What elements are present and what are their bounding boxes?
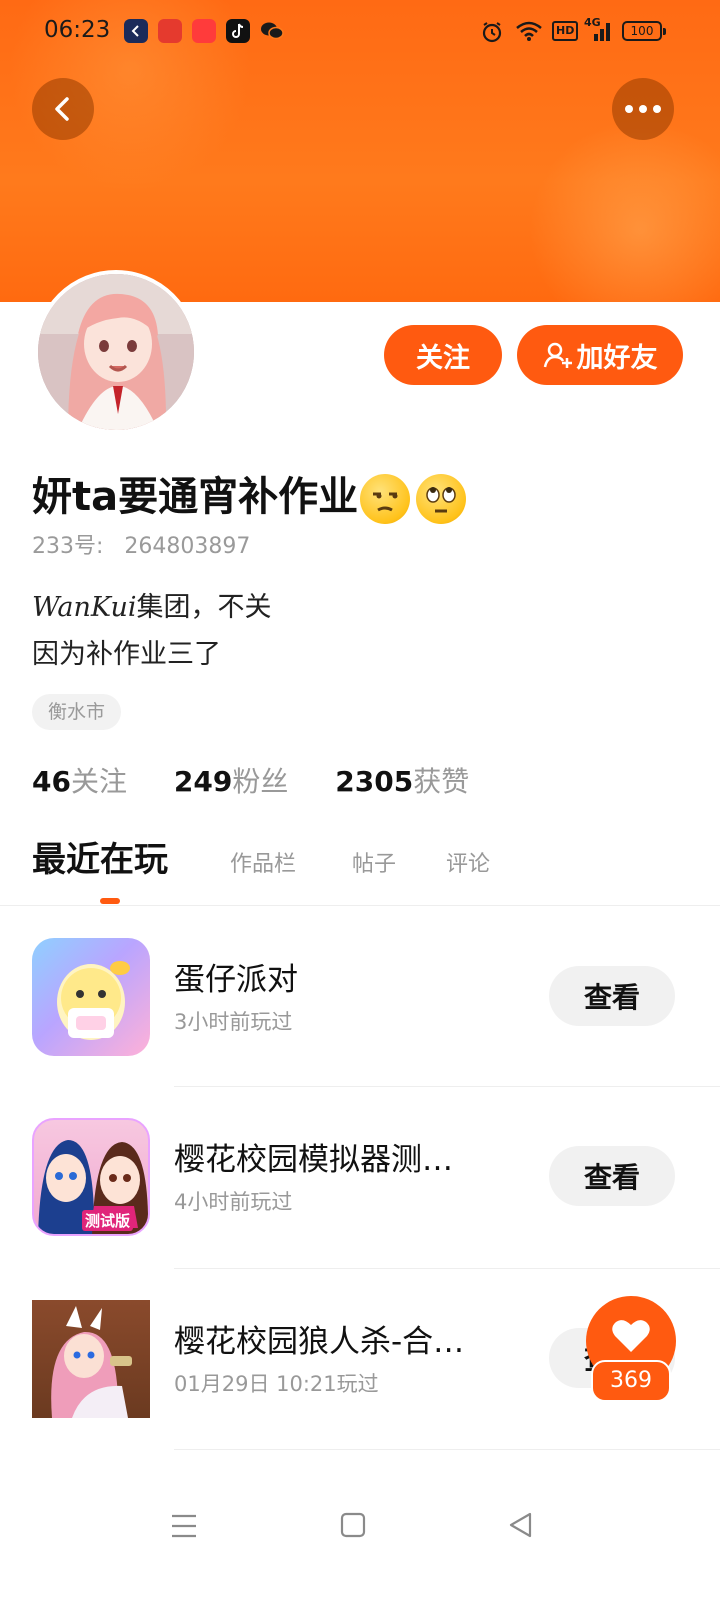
tab-posts[interactable]: 帖子 [352, 846, 396, 878]
list-divider [174, 1268, 720, 1269]
app-notification-icon [124, 19, 148, 43]
chevron-left-icon [55, 97, 69, 121]
game-title: 樱花校园狼人杀-合… [174, 1324, 465, 1360]
status-time: 06:23 [44, 17, 111, 43]
list-item[interactable]: 测试版 樱花校园模拟器测… 4小时前玩过 查看 [0, 1118, 720, 1298]
hd-indicator: HD [552, 21, 579, 41]
follow-button[interactable]: 关注 [384, 325, 502, 385]
following-count[interactable]: 46关注 [32, 765, 165, 798]
game-last-played: 3小时前玩过 [174, 1010, 293, 1034]
bio-script-text: WanKui [32, 592, 137, 623]
view-game-button[interactable]: 查看 [549, 1146, 675, 1206]
bio-line1-text: 集团，不关 [136, 592, 272, 623]
view-game-button[interactable]: 查看 [549, 966, 675, 1026]
unamused-face-icon [360, 474, 411, 524]
list-item[interactable]: 蛋仔派对 3小时前玩过 查看 [0, 938, 720, 1118]
back-triangle-icon[interactable] [508, 1512, 534, 1542]
shop-app-icon [158, 19, 182, 43]
profile-tabs: 最近在玩 作品栏 帖子 评论 [32, 836, 692, 904]
test-version-badge: 测试版 [82, 1210, 134, 1231]
more-dots-icon [625, 105, 661, 113]
wechat-icon [260, 19, 284, 43]
status-bar: 06:23 HD 4G 100 [0, 0, 720, 64]
video-app-icon [192, 19, 216, 43]
tab-works[interactable]: 作品栏 [230, 846, 296, 878]
game-title: 樱花校园模拟器测… [174, 1142, 453, 1178]
tiktok-icon [226, 19, 250, 43]
tab-divider [0, 905, 720, 906]
like-count: 369 [591, 1360, 671, 1402]
tab-recently-played[interactable]: 最近在玩 [32, 832, 168, 881]
signal-icon [586, 20, 614, 46]
menu-icon[interactable] [171, 1514, 197, 1542]
system-navigation-bar [0, 1490, 720, 1560]
avatar-illustration [38, 274, 194, 430]
add-user-icon [543, 342, 572, 368]
user-id-value: 264803897 [124, 534, 251, 559]
add-friend-button[interactable]: 加好友 [517, 325, 683, 385]
profile-name: 妍ta要通宵补作业 [32, 464, 467, 524]
avatar[interactable] [34, 270, 198, 434]
user-id-label: 233号: [32, 534, 104, 559]
active-tab-indicator [100, 898, 120, 904]
back-button[interactable] [32, 78, 94, 140]
profile-name-text: 妍ta要通宵补作业 [32, 474, 359, 520]
alarm-icon [480, 20, 504, 48]
wifi-icon [515, 20, 543, 46]
tab-comments[interactable]: 评论 [446, 846, 490, 878]
more-options-button[interactable] [612, 78, 674, 140]
likes-count: 2305获赞 [335, 765, 470, 798]
eggy-party-icon [32, 938, 150, 1056]
game-title: 蛋仔派对 [174, 962, 298, 998]
followers-count[interactable]: 249粉丝 [174, 765, 326, 798]
location-tag: 衡水市 [32, 694, 122, 730]
profile-bio: WanKui集团，不关 因为补作业三了 [32, 584, 272, 678]
heart-icon [612, 1320, 650, 1352]
home-icon[interactable] [340, 1512, 366, 1542]
bio-line2-text: 因为补作业三了 [32, 639, 221, 670]
eye-roll-face-icon [416, 474, 467, 524]
list-divider [174, 1086, 720, 1087]
sakura-werewolf-icon [32, 1300, 150, 1418]
add-friend-label: 加好友 [576, 342, 658, 374]
battery-indicator: 100 [622, 21, 666, 41]
game-last-played: 4小时前玩过 [174, 1190, 293, 1214]
game-last-played: 01月29日 10:21玩过 [174, 1372, 379, 1396]
user-id[interactable]: 233号: 264803897 [32, 528, 250, 560]
list-divider [174, 1449, 720, 1450]
profile-stats: 46关注 249粉丝 2305获赞 [32, 760, 507, 800]
